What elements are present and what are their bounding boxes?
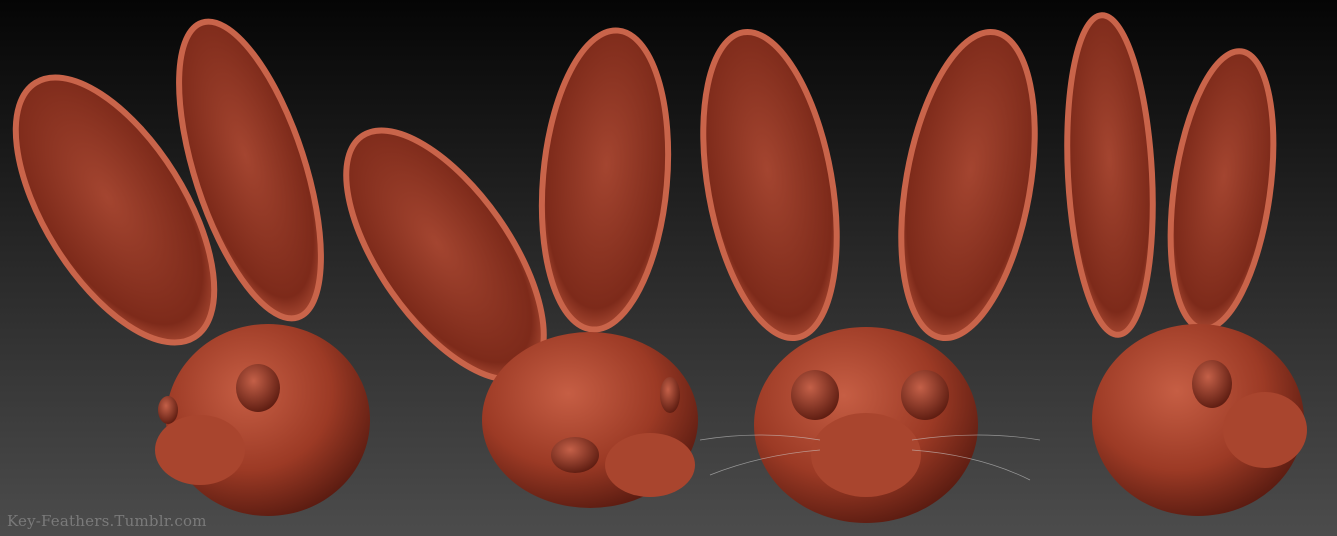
rabbit-sculpt-render [0, 0, 1337, 536]
watermark: Key-Feathers.Tumblr.com [7, 512, 207, 530]
